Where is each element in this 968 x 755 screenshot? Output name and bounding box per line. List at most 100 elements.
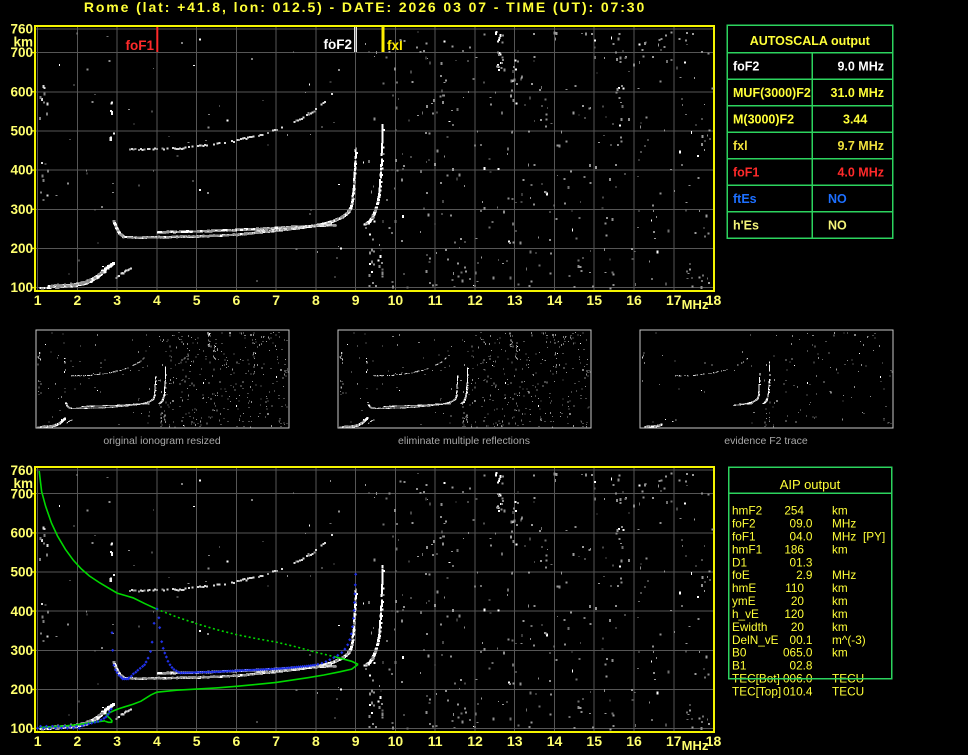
svg-text:MHz: MHz: [832, 529, 856, 543]
svg-text:AIP output: AIP output: [780, 477, 841, 492]
svg-text:foF2: foF2: [732, 517, 756, 531]
svg-text:065.0: 065.0: [783, 646, 813, 660]
svg-text:600: 600: [10, 84, 33, 99]
svg-text:B0: B0: [732, 646, 747, 660]
svg-text:16: 16: [626, 733, 642, 749]
svg-text:km: km: [832, 581, 848, 595]
svg-text:17: 17: [666, 292, 682, 308]
svg-text:h'Es: h'Es: [733, 219, 759, 233]
svg-text:[PY]: [PY]: [863, 529, 885, 543]
svg-text:TEC[Top]: TEC[Top]: [732, 685, 781, 699]
svg-text:12: 12: [467, 733, 483, 749]
svg-text:186: 186: [784, 542, 804, 556]
svg-text:B1: B1: [732, 659, 746, 673]
svg-text:11: 11: [428, 292, 443, 308]
svg-text:14: 14: [547, 292, 563, 308]
svg-text:400: 400: [10, 163, 33, 178]
svg-text:4.0 MHz: 4.0 MHz: [837, 166, 884, 180]
svg-text:15: 15: [586, 733, 602, 749]
svg-text:9.7 MHz: 9.7 MHz: [837, 139, 884, 153]
svg-text:14: 14: [547, 733, 563, 749]
svg-text:9: 9: [352, 292, 360, 308]
svg-text:km: km: [13, 35, 33, 50]
svg-text:foE: foE: [732, 568, 750, 582]
svg-text:hmF1: hmF1: [732, 542, 762, 556]
svg-text:5: 5: [193, 733, 201, 749]
svg-text:NO: NO: [828, 192, 847, 206]
svg-text:4: 4: [153, 733, 161, 749]
svg-text:foF1: foF1: [733, 166, 759, 180]
svg-text:M(3000)F2: M(3000)F2: [733, 113, 794, 127]
svg-text:3: 3: [113, 292, 121, 308]
svg-text:km: km: [832, 646, 848, 660]
svg-text:02.8: 02.8: [790, 659, 813, 673]
svg-text:31.0 MHz: 31.0 MHz: [831, 86, 885, 100]
svg-text:ftEs: ftEs: [733, 192, 757, 206]
svg-text:13: 13: [507, 733, 523, 749]
svg-text:00.1: 00.1: [790, 633, 813, 647]
svg-text:01.3: 01.3: [790, 555, 813, 569]
svg-text:foF1: foF1: [126, 38, 155, 53]
svg-text:2: 2: [74, 733, 82, 749]
svg-text:MUF(3000)F2: MUF(3000)F2: [733, 86, 811, 100]
svg-text:8: 8: [312, 733, 320, 749]
svg-text:16: 16: [626, 292, 642, 308]
svg-text:300: 300: [10, 202, 33, 217]
svg-text:254: 254: [784, 504, 804, 518]
svg-text:km: km: [832, 542, 848, 556]
svg-text:MHz: MHz: [832, 517, 856, 531]
svg-text:fxl: fxl: [733, 139, 748, 153]
svg-text:original ionogram resized: original ionogram resized: [103, 435, 220, 447]
svg-text:km: km: [832, 504, 848, 518]
svg-text:MHz: MHz: [682, 297, 709, 312]
svg-text:6: 6: [233, 733, 241, 749]
svg-text:DelN_vE: DelN_vE: [732, 633, 779, 647]
svg-text:120: 120: [784, 607, 804, 621]
svg-text:3.44: 3.44: [843, 113, 867, 127]
svg-text:200: 200: [10, 241, 33, 256]
svg-text:hmE: hmE: [732, 581, 756, 595]
svg-text:5: 5: [193, 292, 201, 308]
svg-text:100: 100: [10, 280, 33, 295]
svg-text:Ewidth: Ewidth: [732, 620, 767, 634]
svg-text:km: km: [13, 476, 33, 491]
svg-text:13: 13: [507, 292, 523, 308]
svg-text:NO: NO: [828, 219, 847, 233]
svg-text:3: 3: [113, 733, 121, 749]
svg-text:400: 400: [10, 604, 33, 619]
svg-text:2.9: 2.9: [796, 568, 812, 582]
svg-text:MHz: MHz: [682, 738, 709, 753]
svg-text:eliminate multiple reflections: eliminate multiple reflections: [398, 435, 530, 447]
svg-text:2: 2: [74, 292, 82, 308]
svg-text:010.4: 010.4: [783, 685, 813, 699]
svg-text:9.0 MHz: 9.0 MHz: [837, 60, 884, 74]
svg-text:1: 1: [34, 292, 42, 308]
svg-text:hmF2: hmF2: [732, 504, 762, 518]
svg-text:km: km: [832, 594, 848, 608]
svg-text:ymE: ymE: [732, 594, 756, 608]
svg-text:10: 10: [388, 292, 404, 308]
svg-text:8: 8: [312, 292, 320, 308]
svg-text:600: 600: [10, 526, 33, 541]
svg-text:1: 1: [34, 733, 42, 749]
svg-text:10: 10: [388, 733, 404, 749]
svg-text:12: 12: [467, 292, 483, 308]
svg-text:4: 4: [153, 292, 161, 308]
svg-text:15: 15: [586, 292, 602, 308]
svg-text:9: 9: [352, 733, 360, 749]
svg-text:foF2: foF2: [733, 60, 759, 74]
svg-text:6: 6: [233, 292, 241, 308]
svg-text:D1: D1: [732, 555, 747, 569]
svg-text:km: km: [832, 607, 848, 621]
svg-text:km: km: [832, 620, 848, 634]
svg-text:foF2: foF2: [324, 37, 353, 52]
svg-text:20: 20: [791, 594, 805, 608]
svg-text:11: 11: [428, 733, 443, 749]
svg-text:04.0: 04.0: [790, 529, 813, 543]
svg-text:foF1: foF1: [732, 529, 756, 543]
svg-text:7: 7: [272, 292, 280, 308]
svg-text:AUTOSCALA output: AUTOSCALA output: [750, 34, 871, 48]
svg-text:09.0: 09.0: [790, 517, 813, 531]
svg-text:110: 110: [785, 581, 804, 595]
svg-text:20: 20: [791, 620, 805, 634]
